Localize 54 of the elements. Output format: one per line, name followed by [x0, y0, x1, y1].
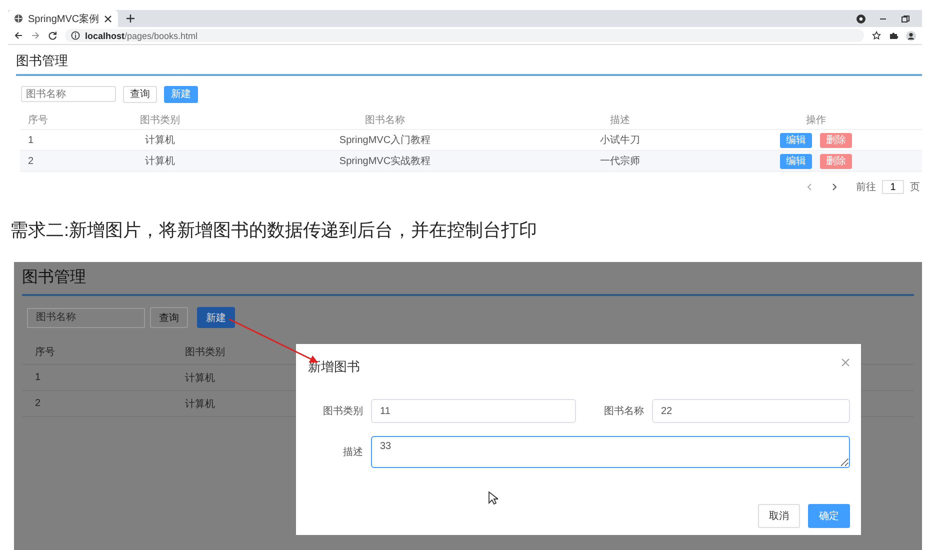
column-header: 图书名称: [364, 114, 406, 127]
input-field[interactable]: 22: [652, 399, 850, 423]
info-icon: [71, 31, 80, 40]
goto-label: 前往: [856, 180, 876, 194]
toolbar-button[interactable]: 查询: [123, 86, 157, 102]
column-header: 描述: [609, 114, 631, 127]
url-field[interactable]: localhost/pages/books.html: [65, 29, 864, 42]
text-area[interactable]: 33: [371, 436, 850, 468]
table-cell-text: 2: [34, 398, 42, 409]
close-icon[interactable]: [841, 358, 850, 367]
tab-title: SpringMVC案例: [28, 12, 100, 26]
plus-icon[interactable]: [126, 14, 135, 23]
field-label: 描述: [342, 446, 363, 459]
dialog-button[interactable]: 取消: [758, 504, 800, 528]
column-header: 操作: [805, 114, 827, 127]
input-field[interactable]: 11: [371, 399, 576, 423]
column-header: 图书类别: [139, 114, 181, 127]
field-label: 图书类别: [322, 404, 363, 418]
page-suffix: 页: [910, 181, 920, 194]
table-cell-text: SpringMVC入门教程: [338, 134, 432, 147]
table-cell-text: 计算机: [144, 134, 176, 147]
toolbar-button[interactable]: 新建: [197, 307, 235, 328]
page-title: 图书管理: [16, 51, 922, 76]
caption-text: 需求二:新增图片，将新增图书的数据传递到后台，并在控制台打印: [10, 219, 538, 242]
table-cell-text: 1: [34, 372, 42, 383]
table-cell-text: 2: [27, 156, 35, 166]
back-arrow-icon[interactable]: [14, 31, 23, 40]
field-label: 图书名称: [603, 404, 644, 418]
table-cell-text: 计算机: [184, 398, 216, 410]
next-page-icon[interactable]: [831, 183, 838, 191]
table-cell-text: 计算机: [184, 372, 216, 384]
globe-icon: [14, 14, 23, 23]
mouse-cursor-icon: [488, 491, 498, 505]
toolbar-button[interactable]: 查询: [150, 307, 188, 328]
table-cell-text: 1: [27, 134, 35, 146]
record-icon[interactable]: [856, 14, 866, 24]
table-cell-text: 计算机: [144, 154, 176, 168]
table-cell-text: 小试牛刀: [599, 134, 641, 147]
restore-icon[interactable]: [900, 14, 910, 24]
browser-tab[interactable]: SpringMVC案例: [8, 10, 118, 27]
forward-arrow-icon[interactable]: [31, 31, 40, 40]
star-icon[interactable]: [872, 31, 881, 40]
close-icon: [104, 14, 112, 22]
page-input[interactable]: 1: [882, 180, 904, 194]
table-cell-text: SpringMVC实战教程: [338, 154, 432, 168]
column-header: 序号: [34, 346, 56, 359]
column-header: 图书类别: [184, 346, 226, 359]
search-field[interactable]: 图书名称: [27, 308, 145, 328]
table-cell-text: 一代宗师: [599, 154, 641, 168]
profile-icon[interactable]: [906, 30, 916, 40]
url-text: localhost/pages/books.html: [85, 30, 198, 40]
column-header: 序号: [27, 114, 49, 127]
page-title: 图书管理: [22, 266, 914, 296]
reload-icon[interactable]: [48, 31, 57, 40]
